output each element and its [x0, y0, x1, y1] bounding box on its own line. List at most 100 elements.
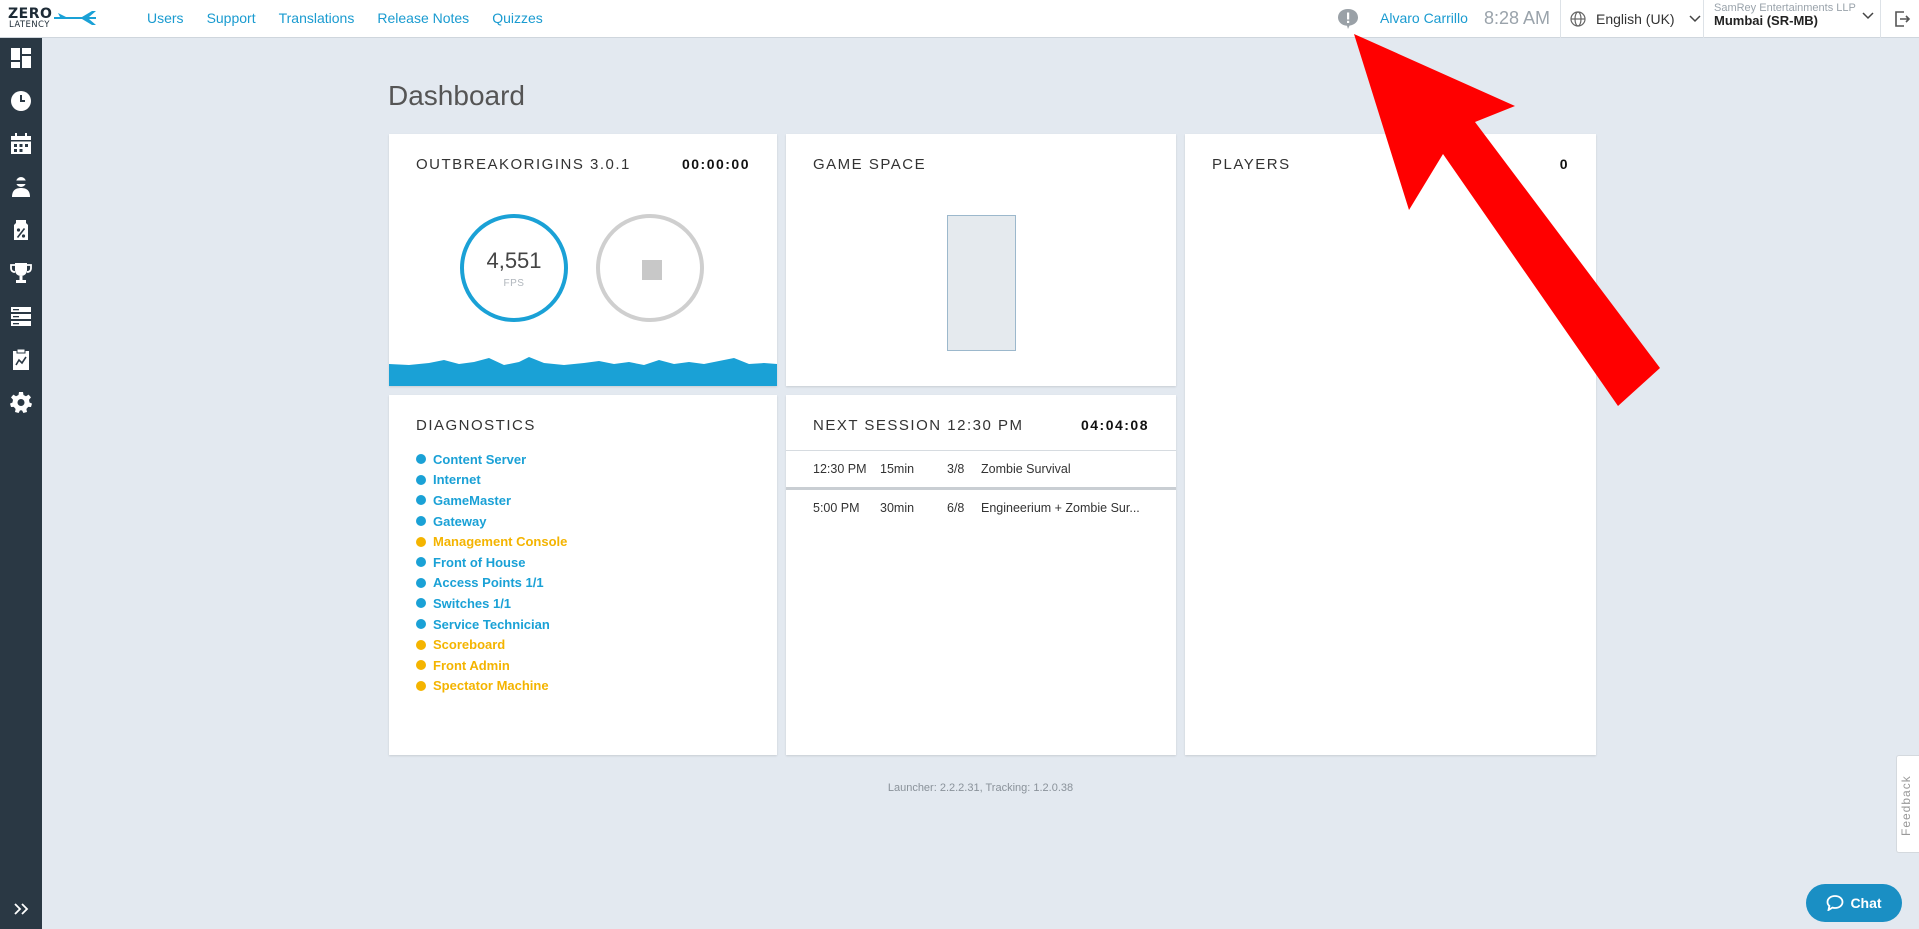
diagnostic-item[interactable]: Service Technician	[416, 614, 567, 635]
sidebar-item-reports[interactable]	[0, 339, 42, 379]
chat-button[interactable]: Chat	[1806, 884, 1902, 922]
diagnostic-label: Service Technician	[433, 616, 550, 632]
voucher-icon	[14, 220, 28, 240]
game-space-card: GAME SPACE	[786, 134, 1176, 386]
sidebar-item-leaderboard[interactable]	[0, 253, 42, 293]
nav-users[interactable]: Users	[147, 10, 184, 26]
version-footer: Launcher: 2.2.2.31, Tracking: 1.2.0.38	[887, 782, 1074, 794]
status-dot-icon	[416, 557, 426, 568]
status-dot-icon	[416, 598, 426, 609]
dashboard-icon	[11, 48, 31, 68]
diagnostic-item[interactable]: Management Console	[416, 531, 567, 552]
diagnostic-item[interactable]: Spectator Machine	[416, 676, 567, 697]
session-duration: 15min	[880, 462, 915, 476]
diagnostic-label: Access Points 1/1	[433, 575, 544, 591]
sidebar-expand-button[interactable]	[0, 889, 42, 929]
session-duration: 30min	[880, 501, 915, 515]
diagnostic-item[interactable]: Gateway	[416, 511, 567, 532]
logo-text-latency: LATENCY	[9, 20, 50, 30]
game-space-title: GAME SPACE	[813, 156, 927, 173]
logout-icon[interactable]	[1893, 10, 1911, 28]
session-game: Zombie Survival	[981, 462, 1071, 476]
status-dot-icon	[416, 680, 426, 691]
trophy-icon	[10, 263, 32, 283]
diagnostic-item[interactable]: Scoreboard	[416, 634, 567, 655]
double-chevron-right-icon	[14, 903, 29, 915]
session-countdown: 04:04:08	[1080, 417, 1149, 433]
sidebar-item-dashboard[interactable]	[0, 38, 42, 78]
sidebar	[0, 38, 42, 929]
user-name-link[interactable]: Alvaro Carrillo	[1380, 10, 1468, 26]
sidebar-item-settings[interactable]	[0, 382, 42, 422]
session-game: Engineerium + Zombie Sur...	[981, 501, 1140, 515]
diagnostic-item[interactable]: Internet	[416, 470, 567, 491]
diagnostic-label: Switches 1/1	[433, 595, 512, 611]
diagnostics-list: Content Server Internet GameMaster Gateway M…	[416, 449, 567, 696]
feedback-label: Feedback	[1899, 775, 1913, 836]
game-status-card: OUTBREAKORIGINS 3.0.1 00:00:00 4,551 FPS	[389, 134, 777, 386]
divider	[1880, 0, 1881, 38]
diagnostic-item[interactable]: Content Server	[416, 449, 567, 470]
fps-label: FPS	[503, 278, 525, 289]
diagnostic-label: Gateway	[433, 513, 487, 529]
status-dot-icon	[416, 516, 426, 527]
plane-icon	[54, 11, 96, 25]
next-session-card: NEXT SESSION 12:30 PM 04:04:08 12:30 PM …	[786, 395, 1176, 755]
fps-value: 4,551	[486, 248, 542, 273]
status-dot-icon	[416, 619, 426, 630]
diagnostic-item[interactable]: Switches 1/1	[416, 593, 567, 614]
session-time: 12:30 PM	[813, 462, 867, 476]
diagnostic-item[interactable]: Front of House	[416, 552, 567, 573]
players-title: PLAYERS	[1212, 156, 1291, 173]
session-players: 3/8	[947, 462, 965, 476]
diagnostic-label: Front Admin	[433, 657, 510, 673]
nav-translations[interactable]: Translations	[279, 10, 355, 26]
nav-support[interactable]: Support	[207, 10, 256, 26]
chevron-down-icon	[1689, 15, 1701, 23]
diagnostic-item[interactable]: GameMaster	[416, 490, 567, 511]
status-dot-icon	[416, 495, 426, 506]
language-label: English (UK)	[1596, 11, 1675, 27]
sidebar-item-vouchers[interactable]	[0, 210, 42, 250]
diagnostic-label: Content Server	[433, 451, 527, 467]
red-annotation-arrow-icon	[1354, 34, 1660, 406]
sidebar-item-calendar[interactable]	[0, 124, 42, 164]
status-dot-icon	[416, 536, 426, 547]
nav-quizzes[interactable]: Quizzes	[492, 10, 543, 26]
diagnostic-label: Internet	[433, 472, 481, 488]
session-players: 6/8	[947, 501, 965, 515]
calendar-icon	[11, 133, 31, 154]
diagnostic-label: Spectator Machine	[433, 678, 549, 694]
diagnostic-item[interactable]: Front Admin	[416, 655, 567, 676]
status-dot-icon	[416, 660, 426, 671]
session-time: 5:00 PM	[813, 501, 860, 515]
stop-game-button[interactable]	[596, 214, 704, 322]
status-dot-icon	[416, 474, 426, 485]
diagnostic-label: Management Console	[433, 534, 568, 550]
next-session-title: NEXT SESSION 12:30 PM	[813, 417, 1024, 434]
game-name: OUTBREAKORIGINS 3.0.1	[416, 156, 631, 173]
nav-release-notes[interactable]: Release Notes	[377, 10, 469, 26]
sidebar-item-players[interactable]	[0, 167, 42, 207]
session-row[interactable]: 12:30 PM 15min 3/8 Zombie Survival	[786, 451, 1178, 487]
clock-icon	[11, 91, 31, 111]
diagnostic-item[interactable]: Access Points 1/1	[416, 573, 567, 594]
status-dot-icon	[416, 639, 426, 650]
site-selector[interactable]: SamRey Entertainments LLP Mumbai (SR-MB)	[1714, 2, 1874, 28]
diagnostics-card: DIAGNOSTICS Content Server Internet GameMa…	[389, 395, 777, 755]
server-icon	[11, 307, 31, 326]
divider	[1703, 0, 1704, 38]
page-title: Dashboard	[388, 80, 525, 111]
globe-icon	[1570, 11, 1586, 27]
report-icon	[13, 348, 29, 370]
vr-player-icon	[12, 177, 30, 197]
zero-latency-logo[interactable]: ZERO LATENCY	[8, 6, 96, 32]
feedback-tab[interactable]: Feedback	[1896, 755, 1919, 853]
sidebar-item-servers[interactable]	[0, 296, 42, 336]
stop-icon	[642, 260, 662, 280]
sidebar-item-history[interactable]	[0, 81, 42, 121]
session-row[interactable]: 5:00 PM 30min 6/8 Engineerium + Zombie S…	[786, 490, 1178, 526]
diagnostic-label: Scoreboard	[433, 637, 506, 653]
status-dot-icon	[416, 577, 426, 588]
game-space-area	[947, 215, 1016, 351]
